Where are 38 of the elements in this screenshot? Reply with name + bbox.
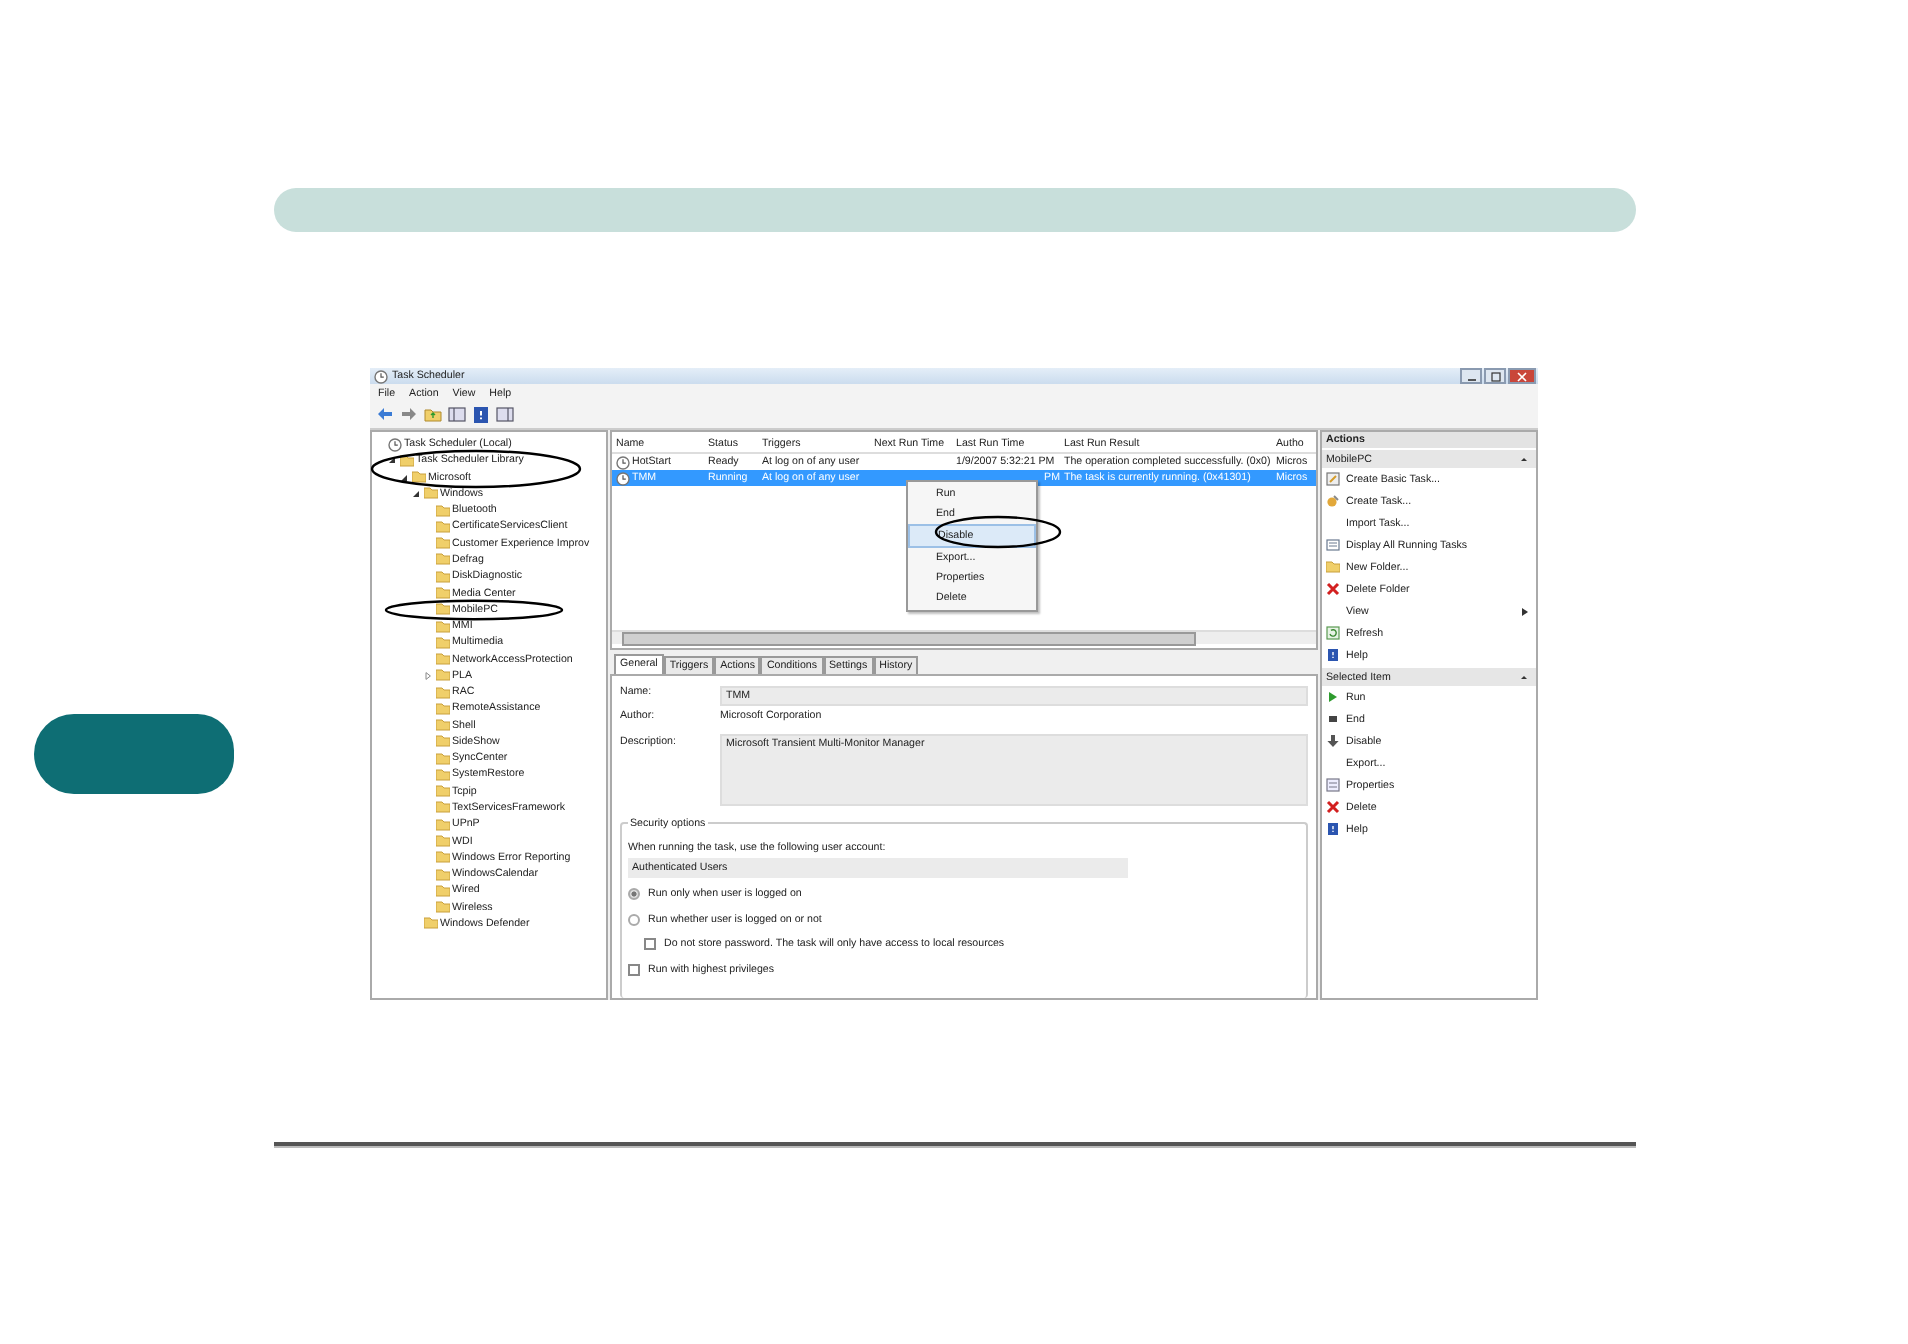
refresh-icon bbox=[1326, 626, 1340, 640]
play-icon bbox=[1326, 690, 1340, 704]
expanded-arrow-icon[interactable] bbox=[388, 456, 396, 465]
expanded-arrow-icon[interactable] bbox=[412, 489, 420, 498]
submenu-arrow-icon[interactable] bbox=[1522, 607, 1528, 615]
radio-button[interactable] bbox=[628, 913, 640, 926]
delete-icon bbox=[1326, 800, 1340, 814]
back-icon[interactable] bbox=[376, 406, 394, 424]
task-icon bbox=[1326, 494, 1340, 508]
annotation-ellipse bbox=[934, 515, 1062, 549]
scrollbar-thumb[interactable] bbox=[622, 632, 1196, 646]
stop-icon bbox=[1326, 712, 1340, 726]
folder-icon bbox=[1326, 560, 1340, 574]
maximize-icon bbox=[1489, 371, 1501, 381]
list-icon bbox=[1326, 538, 1340, 552]
wizard-icon bbox=[1326, 472, 1340, 486]
folder-up-icon[interactable] bbox=[424, 406, 442, 424]
help-icon[interactable] bbox=[472, 406, 490, 424]
minimize-button[interactable] bbox=[1460, 368, 1482, 384]
panel-icon[interactable] bbox=[448, 406, 466, 424]
collapse-arrow-icon[interactable] bbox=[1520, 456, 1528, 462]
radio-button[interactable] bbox=[628, 888, 640, 901]
collapse-arrow-icon[interactable] bbox=[1520, 674, 1528, 680]
checkbox[interactable] bbox=[628, 963, 640, 976]
maximize-button[interactable] bbox=[1484, 368, 1506, 384]
forward-icon[interactable] bbox=[400, 406, 418, 424]
delete-icon bbox=[1326, 582, 1340, 596]
clock-icon bbox=[387, 437, 401, 452]
arrow-down-icon bbox=[1326, 734, 1340, 748]
panel-icon[interactable] bbox=[496, 406, 514, 424]
properties-icon bbox=[1326, 778, 1340, 792]
horizontal-scrollbar[interactable] bbox=[612, 630, 1316, 644]
collapsed-arrow-icon[interactable] bbox=[424, 671, 432, 680]
close-button[interactable] bbox=[1508, 368, 1536, 384]
expanded-arrow-icon[interactable] bbox=[400, 473, 408, 482]
checkbox[interactable] bbox=[644, 938, 656, 951]
help-icon bbox=[1326, 822, 1340, 836]
help-icon bbox=[1326, 648, 1340, 662]
